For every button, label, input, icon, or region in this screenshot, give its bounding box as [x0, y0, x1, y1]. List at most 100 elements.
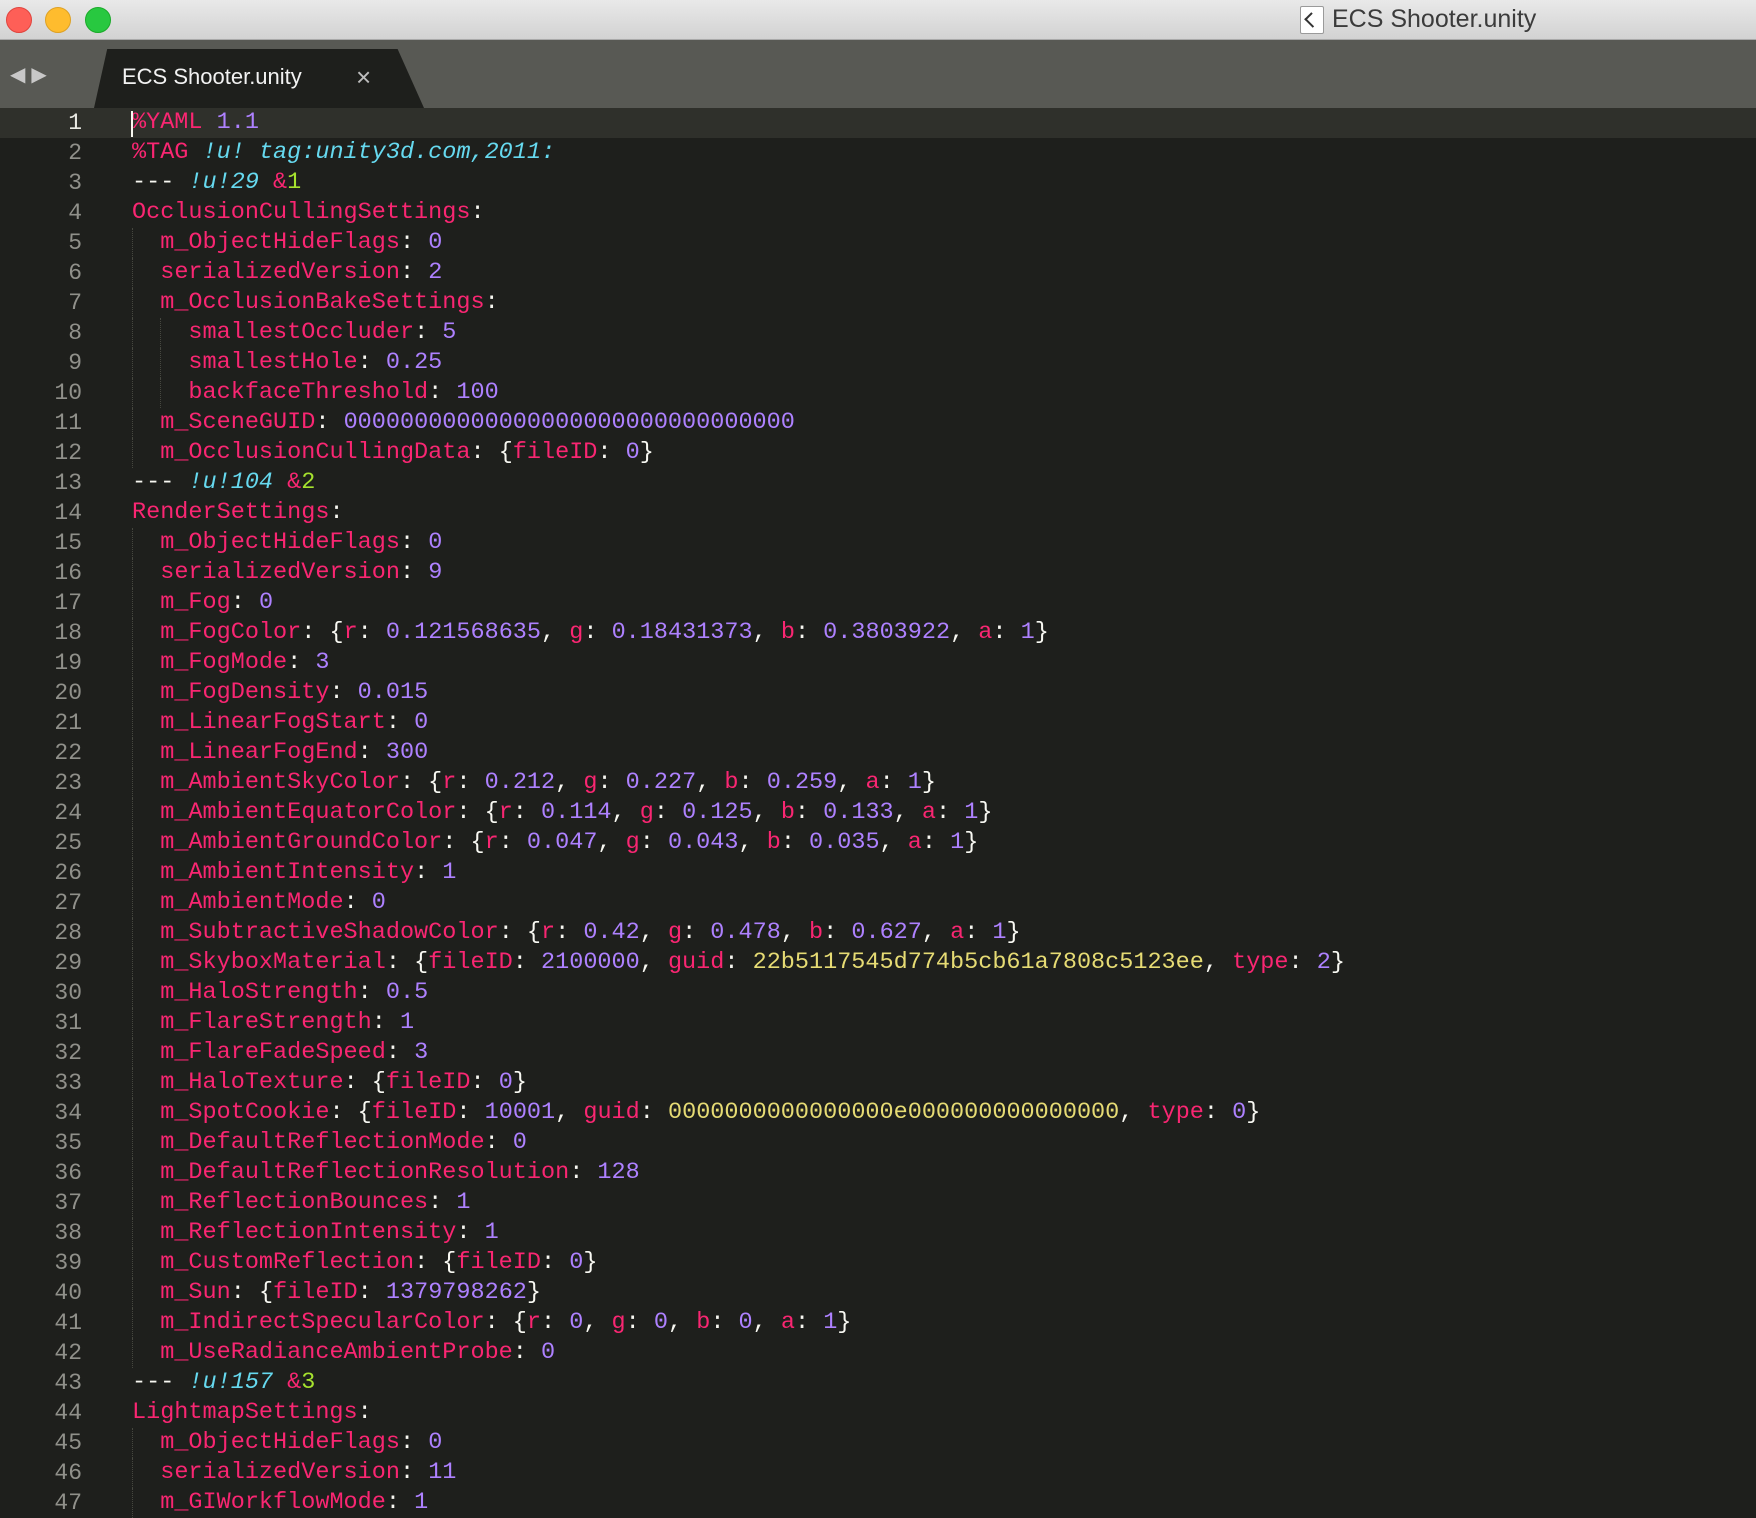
code-text: m_AmbientSkyColor: {r: 0.212, g: 0.227, … — [132, 768, 936, 798]
code-line[interactable]: 35 m_DefaultReflectionMode: 0 — [0, 1128, 1756, 1158]
indent-guide — [132, 1128, 133, 1158]
code-line[interactable]: 31 m_FlareStrength: 1 — [0, 1008, 1756, 1038]
code-line[interactable]: 43 --- !u!157 &3 — [0, 1368, 1756, 1398]
code-token: : — [357, 739, 386, 766]
code-token: : — [555, 919, 584, 946]
code-line[interactable]: 44 LightmapSettings: — [0, 1398, 1756, 1428]
close-icon[interactable]: × — [356, 62, 371, 93]
code-line[interactable]: 21 m_LinearFogStart: 0 — [0, 708, 1756, 738]
code-line[interactable]: 39 m_CustomReflection: {fileID: 0} — [0, 1248, 1756, 1278]
code-line[interactable]: 7 m_OcclusionBakeSettings: — [0, 288, 1756, 318]
code-line[interactable]: 30 m_HaloStrength: 0.5 — [0, 978, 1756, 1008]
code-text: m_LinearFogStart: 0 — [132, 708, 428, 738]
tab-label[interactable]: ECS Shooter.unity — [122, 64, 302, 90]
code-line[interactable]: 26 m_AmbientIntensity: 1 — [0, 858, 1756, 888]
code-line[interactable]: 18 m_FogColor: {r: 0.121568635, g: 0.184… — [0, 618, 1756, 648]
code-line[interactable]: 32 m_FlareFadeSpeed: 3 — [0, 1038, 1756, 1068]
code-line[interactable]: 3 --- !u!29 &1 — [0, 168, 1756, 198]
code-token: b — [780, 619, 795, 646]
code-token: 0 — [569, 1309, 584, 1336]
code-token: : { — [498, 919, 541, 946]
code-token: smallestOccluder — [188, 319, 415, 346]
code-line[interactable]: 46 serializedVersion: 11 — [0, 1458, 1756, 1488]
minimize-window-button[interactable] — [45, 7, 71, 33]
code-line[interactable]: 14 RenderSettings: — [0, 498, 1756, 528]
code-line[interactable]: 28 m_SubtractiveShadowColor: {r: 0.42, g… — [0, 918, 1756, 948]
line-number: 7 — [68, 290, 82, 316]
code-token: : — [343, 889, 372, 916]
indent-guide — [132, 318, 133, 348]
code-line[interactable]: 22 m_LinearFogEnd: 300 — [0, 738, 1756, 768]
code-token: m_SkyboxMaterial — [160, 949, 386, 976]
code-token: : — [287, 649, 316, 676]
code-line[interactable]: 29 m_SkyboxMaterial: {fileID: 2100000, g… — [0, 948, 1756, 978]
code-line[interactable]: 6 serializedVersion: 2 — [0, 258, 1756, 288]
code-line[interactable]: 24 m_AmbientEquatorColor: {r: 0.114, g: … — [0, 798, 1756, 828]
code-line[interactable]: 5 m_ObjectHideFlags: 0 — [0, 228, 1756, 258]
code-token: } — [964, 829, 979, 856]
code-token: : — [456, 1099, 485, 1126]
code-line[interactable]: 20 m_FogDensity: 0.015 — [0, 678, 1756, 708]
indent-guide — [132, 588, 133, 618]
code-line[interactable]: 47 m_GIWorkflowMode: 1 — [0, 1488, 1756, 1518]
code-token: 0 — [541, 1339, 556, 1366]
code-line[interactable]: 33 m_HaloTexture: {fileID: 0} — [0, 1068, 1756, 1098]
code-line[interactable]: 8 smallestOccluder: 5 — [0, 318, 1756, 348]
code-token: m_Sun — [160, 1279, 231, 1306]
code-token: } — [1246, 1099, 1261, 1126]
code-line[interactable]: 2 %TAG !u! tag:unity3d.com,2011: — [0, 138, 1756, 168]
code-line[interactable]: 15 m_ObjectHideFlags: 0 — [0, 528, 1756, 558]
code-token: --- — [132, 1369, 189, 1396]
code-token: & — [287, 469, 302, 496]
code-token: 1.1 — [216, 109, 259, 136]
line-number: 46 — [54, 1460, 82, 1486]
code-line[interactable]: 45 m_ObjectHideFlags: 0 — [0, 1428, 1756, 1458]
code-token: m_FlareStrength — [160, 1009, 372, 1036]
code-line[interactable]: 41 m_IndirectSpecularColor: {r: 0, g: 0,… — [0, 1308, 1756, 1338]
code-line[interactable]: 27 m_AmbientMode: 0 — [0, 888, 1756, 918]
code-token: , — [1203, 949, 1233, 976]
code-line[interactable]: 23 m_AmbientSkyColor: {r: 0.212, g: 0.22… — [0, 768, 1756, 798]
code-line[interactable]: 9 smallestHole: 0.25 — [0, 348, 1756, 378]
line-number: 25 — [54, 830, 82, 856]
code-text: RenderSettings: — [132, 498, 344, 528]
code-line[interactable]: 12 m_OcclusionCullingData: {fileID: 0} — [0, 438, 1756, 468]
zoom-window-button[interactable] — [85, 7, 111, 33]
code-line[interactable]: 25 m_AmbientGroundColor: {r: 0.047, g: 0… — [0, 828, 1756, 858]
code-line[interactable]: 10 backfaceThreshold: 100 — [0, 378, 1756, 408]
code-line[interactable]: 38 m_ReflectionIntensity: 1 — [0, 1218, 1756, 1248]
code-line[interactable]: 36 m_DefaultReflectionResolution: 128 — [0, 1158, 1756, 1188]
forward-arrow-icon[interactable]: ▶ — [31, 62, 46, 87]
code-line[interactable]: 40 m_Sun: {fileID: 1379798262} — [0, 1278, 1756, 1308]
code-line[interactable]: 11 m_SceneGUID: 000000000000000000000000… — [0, 408, 1756, 438]
code-editor[interactable]: 1 %YAML 1.1 2 %TAG !u! tag:unity3d.com,2011… — [0, 108, 1756, 1518]
code-token: guid — [667, 949, 725, 976]
close-window-button[interactable] — [6, 7, 32, 33]
code-text: LightmapSettings: — [132, 1398, 372, 1428]
code-line[interactable]: 34 m_SpotCookie: {fileID: 10001, guid: 0… — [0, 1098, 1756, 1128]
code-line[interactable]: 37 m_ReflectionBounces: 1 — [0, 1188, 1756, 1218]
code-line[interactable]: 4 OcclusionCullingSettings: — [0, 198, 1756, 228]
code-line[interactable]: 16 serializedVersion: 9 — [0, 558, 1756, 588]
code-token: : — [385, 709, 415, 736]
code-line[interactable]: 19 m_FogMode: 3 — [0, 648, 1756, 678]
code-line[interactable]: 13 --- !u!104 &2 — [0, 468, 1756, 498]
code-token: --- — [132, 469, 189, 496]
back-arrow-icon[interactable]: ◀ — [10, 62, 25, 87]
code-token: : — [484, 1129, 513, 1156]
code-token: , — [921, 919, 951, 946]
code-line[interactable]: 42 m_UseRadianceAmbientProbe: 0 — [0, 1338, 1756, 1368]
line-number: 27 — [54, 890, 82, 916]
line-number: 26 — [54, 860, 82, 886]
code-token: 0.047 — [526, 829, 598, 856]
code-token: 0.212 — [484, 769, 556, 796]
line-number: 5 — [68, 230, 82, 256]
code-text: OcclusionCullingSettings: — [132, 198, 485, 228]
line-number: 10 — [54, 380, 82, 406]
code-text: m_CustomReflection: {fileID: 0} — [132, 1248, 597, 1278]
code-line[interactable]: 17 m_Fog: 0 — [0, 588, 1756, 618]
code-text: m_FlareFadeSpeed: 3 — [132, 1038, 428, 1068]
code-line[interactable]: 1 %YAML 1.1 — [0, 108, 1756, 138]
